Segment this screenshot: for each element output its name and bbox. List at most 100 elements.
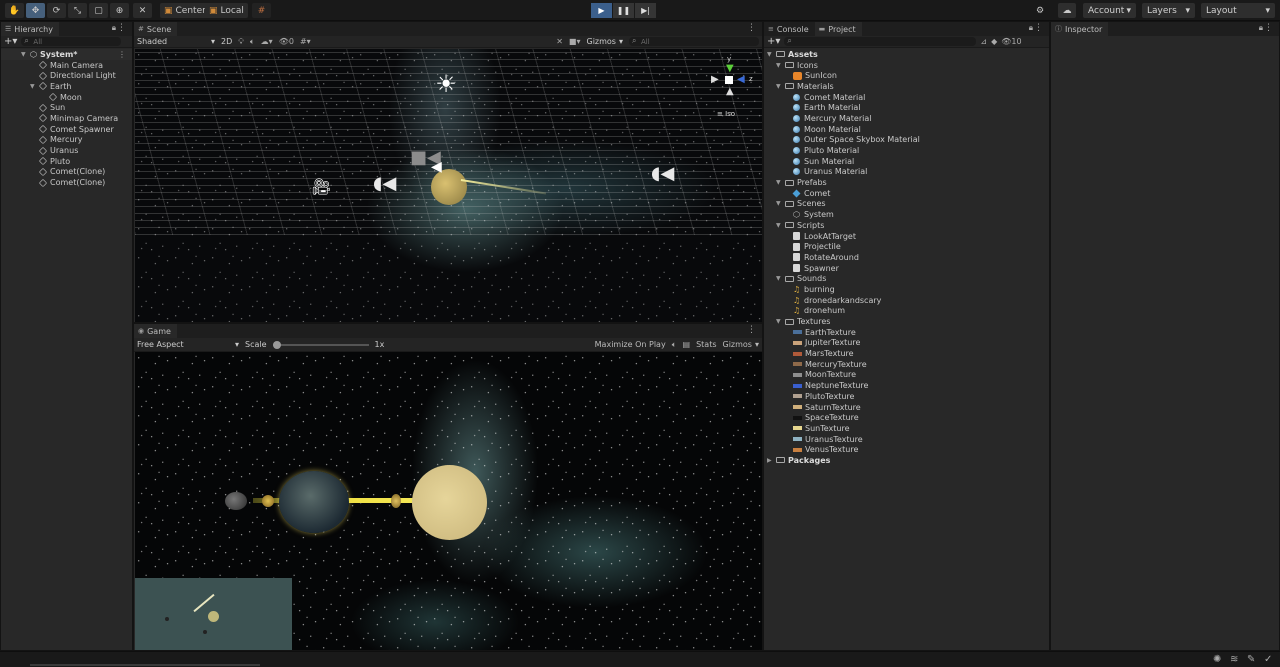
project-asset-row[interactable]: ♫ dronedarkandscary [764,295,1049,306]
hierarchy-item-comet-spawner[interactable]: Comet Spawner [1,124,132,135]
audio-source-icon[interactable]: ◖◀ [373,173,396,194]
grid-toggle[interactable]: #▾ [300,37,311,46]
camera-settings-icon[interactable]: ■▾ [569,37,581,46]
layers-dropdown[interactable]: Layers ▾ [1142,3,1195,18]
minimap-view[interactable] [135,578,292,650]
project-asset-row[interactable]: Pluto Material [764,145,1049,156]
tab-game[interactable]: ◉ Game [134,324,177,338]
hidden-packages-toggle[interactable]: 👁︎10 [1001,37,1021,46]
rotate-tool-button[interactable]: ⟳ [47,3,66,18]
lock-icon[interactable]: 🔒︎ [1259,23,1263,33]
move-tool-button[interactable]: ✥ [26,3,45,18]
custom-tool-button[interactable]: ✕ [133,3,152,18]
maximize-toggle[interactable]: Maximize On Play [595,340,666,349]
cache-icon[interactable]: ≋ [1230,654,1238,665]
debug-icon[interactable]: ✺ [1213,654,1221,665]
mute-icon[interactable]: 🔈︎ [672,340,677,350]
filter-label-icon[interactable]: ◆ [991,37,997,46]
slider-handle[interactable] [272,340,281,349]
play-button[interactable]: ▶ [591,3,612,18]
chevron-down-icon[interactable]: ▼ [776,275,785,282]
project-asset-row[interactable]: MoonTexture [764,370,1049,381]
project-folder-row[interactable]: ▼ Prefabs [764,177,1049,188]
chevron-down-icon[interactable]: ▼ [767,51,776,58]
hierarchy-item-pluto[interactable]: Pluto [1,156,132,167]
project-folder-row[interactable]: ▼ Materials [764,81,1049,92]
project-asset-row[interactable]: RotateAround [764,252,1049,263]
camera-gizmo-icon[interactable]: 🎥︎ [311,177,331,196]
scale-slider[interactable] [272,340,369,349]
grid-snap-button[interactable]: # [252,3,271,18]
project-asset-row[interactable]: ⬡ System [764,209,1049,220]
hierarchy-item-earth[interactable]: ▼ Earth [1,81,132,92]
project-asset-row[interactable]: MercuryTexture [764,359,1049,370]
project-asset-row[interactable]: EarthTexture [764,327,1049,338]
project-asset-row[interactable]: Mercury Material [764,113,1049,124]
planet-mercury[interactable] [225,492,247,510]
shading-dropdown[interactable]: Shaded ▾ [137,37,215,46]
display-icon[interactable]: ▤ [683,340,691,349]
pause-button[interactable]: ❚❚ [613,3,634,18]
chevron-down-icon[interactable]: ▼ [776,200,785,207]
transform-tool-button[interactable]: ⊕ [110,3,129,18]
project-asset-row[interactable]: Uranus Material [764,167,1049,178]
hierarchy-search-input[interactable]: All [21,36,122,46]
project-folder-row[interactable]: ▼ Icons [764,60,1049,71]
hierarchy-item-comet-clone[interactable]: Comet(Clone) [1,177,132,188]
project-asset-row[interactable]: ♫ burning [764,284,1049,295]
menu-icon[interactable]: ⋮ [118,50,126,59]
orientation-gizmo[interactable]: y ▼ ▶ ◀ z ▲ [709,55,757,101]
hierarchy-item-directional-light[interactable]: Directional Light [1,70,132,81]
hidden-objects-toggle[interactable]: 👁︎0 [279,37,294,46]
project-folder-row[interactable]: ▼ Scenes [764,199,1049,210]
project-asset-row[interactable]: VenusTexture [764,444,1049,455]
project-asset-row[interactable]: UranusTexture [764,434,1049,445]
planet-earth[interactable] [279,471,349,533]
audio-icon[interactable]: 🔈︎ [250,37,255,47]
tab-hierarchy[interactable]: ☰ Hierarchy [1,22,59,36]
add-icon[interactable]: +▾ [767,36,780,47]
lighting-icon[interactable]: 💡︎ [238,37,244,47]
check-icon[interactable]: ✓ [1264,654,1272,665]
menu-icon[interactable]: ⋮ [117,23,126,33]
project-asset-row[interactable]: LookAtTarget [764,231,1049,242]
mode-2d-toggle[interactable]: 2D [221,37,232,46]
planet-small[interactable] [262,495,274,507]
filter-type-icon[interactable]: ⊿ [980,37,987,46]
project-asset-row[interactable]: JupiterTexture [764,338,1049,349]
hierarchy-item-comet-clone[interactable]: Comet(Clone) [1,167,132,178]
scene-viewport[interactable]: ☀ 🎥︎ ◖◀ ■◀ ◀ ◖◀ y ▼ ▶ ◀ z ▲ ≡ Iso [135,49,762,322]
project-asset-row[interactable]: Moon Material [764,124,1049,135]
gizmos-dropdown[interactable]: Gizmos ▾ [587,37,624,46]
project-asset-row[interactable]: SunIcon [764,70,1049,81]
project-asset-row[interactable]: MarsTexture [764,348,1049,359]
project-root-row[interactable]: ▼ Assets [764,49,1049,60]
chevron-down-icon[interactable]: ▼ [30,83,39,90]
project-folder-row[interactable]: ▼ Textures [764,316,1049,327]
hierarchy-item-mercury[interactable]: Mercury [1,135,132,146]
project-asset-row[interactable]: Outer Space Skybox Material [764,135,1049,146]
project-asset-row[interactable]: Sun Material [764,156,1049,167]
audio-source-icon[interactable]: ◀ [431,159,442,175]
hierarchy-scene-row[interactable]: ▼ ⬡ System* ⋮ [1,49,132,60]
project-asset-row[interactable]: Spawner [764,263,1049,274]
services-button[interactable]: ⚙ [1032,3,1048,18]
project-asset-row[interactable]: SunTexture [764,423,1049,434]
hierarchy-item-main-camera[interactable]: Main Camera [1,60,132,71]
account-dropdown[interactable]: Account ▾ [1083,3,1136,18]
game-viewport[interactable] [135,352,762,650]
menu-icon[interactable]: ⋮ [747,325,756,335]
packages-row[interactable]: ▶ Packages [764,455,1049,466]
hierarchy-item-minimap-camera[interactable]: Minimap Camera [1,113,132,124]
lock-icon[interactable]: 🔒︎ [112,23,116,33]
chevron-down-icon[interactable]: ▼ [776,179,785,186]
pivot-toggle[interactable]: ▣ Center [160,3,210,18]
chevron-down-icon[interactable]: ▼ [776,83,785,90]
project-asset-row[interactable]: Earth Material [764,102,1049,113]
project-asset-row[interactable]: Comet Material [764,92,1049,103]
project-search-input[interactable] [784,36,977,46]
space-toggle[interactable]: ▣ Local [205,3,248,18]
project-asset-row[interactable]: Projectile [764,241,1049,252]
hierarchy-item-sun[interactable]: Sun [1,102,132,113]
add-icon[interactable]: +▾ [4,36,17,47]
